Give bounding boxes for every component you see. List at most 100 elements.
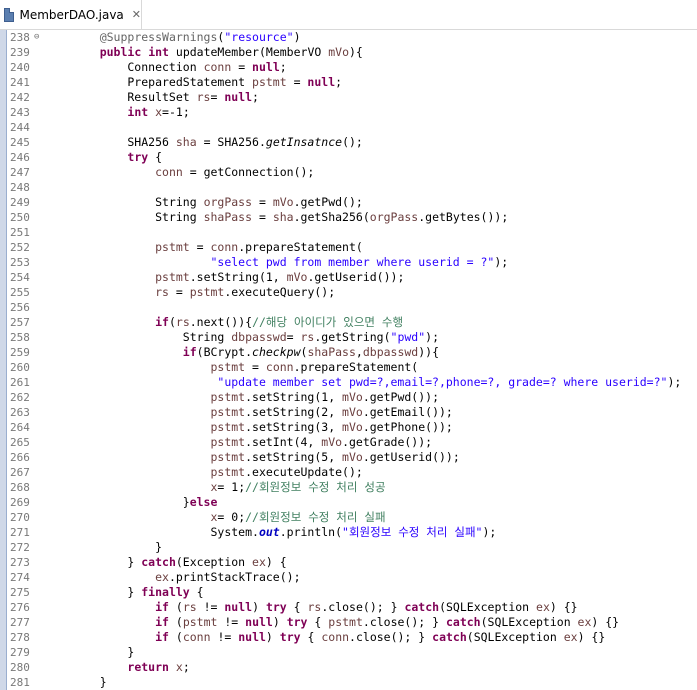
code-token: .executeUpdate(); <box>245 465 363 479</box>
code-text: public int updateMember(MemberVO mVo){ <box>72 45 363 60</box>
line-number: 247 <box>10 166 30 179</box>
keyword-token: try <box>286 615 308 629</box>
code-token: )){ <box>418 345 440 359</box>
code-token: .setInt(4, <box>245 435 322 449</box>
variable-token: ex <box>577 615 592 629</box>
code-token: ResultSet <box>72 90 197 104</box>
code-token: .close(); } <box>349 630 433 644</box>
variable-token: conn <box>203 60 232 74</box>
variable-token: mVo <box>342 450 363 464</box>
line-number: 275 <box>10 586 30 599</box>
line-number: 277 <box>10 616 30 629</box>
code-token: .close(); } <box>321 600 405 614</box>
line-number: 252 <box>10 241 30 254</box>
code-token: .executeQuery(); <box>224 285 336 299</box>
code-token: ) <box>272 615 287 629</box>
string-token: "update member set pwd=?,email=?,phone=?… <box>217 375 668 389</box>
keyword-token: if <box>155 315 169 329</box>
variable-token: pstmt <box>210 435 246 449</box>
code-token: = <box>286 330 301 344</box>
code-token: } <box>72 495 190 509</box>
variable-token: shaPass <box>307 345 356 359</box>
string-token: "pwd" <box>390 330 426 344</box>
line-number: 267 <box>10 466 30 479</box>
keyword-token: catch <box>141 555 176 569</box>
variable-token: rs <box>300 330 315 344</box>
code-token: .setString(1, <box>189 270 287 284</box>
line-number: 248 <box>10 181 30 194</box>
keyword-token: null <box>245 615 273 629</box>
line-number: 245 <box>10 136 30 149</box>
variable-token: pstmt <box>210 420 246 434</box>
code-text: try { <box>72 150 162 165</box>
keyword-token: try <box>279 630 301 644</box>
code-token: { <box>189 585 204 599</box>
code-token: } <box>72 555 142 569</box>
variable-token: ex <box>155 570 169 584</box>
variable-token: conn <box>265 360 294 374</box>
comment-token: //해당 아이디가 있으면 수행 <box>252 315 404 329</box>
code-text: pstmt.setString(1, mVo.getUserid()); <box>72 270 404 285</box>
code-token: = <box>286 75 308 89</box>
variable-token: pstmt <box>328 615 363 629</box>
code-text: return x; <box>72 660 189 675</box>
code-text: String shaPass = sha.getSha256(orgPass.g… <box>72 210 508 225</box>
code-text: x= 1;//회원정보 수정 처리 성공 <box>72 480 385 495</box>
code-text: pstmt = conn.prepareStatement( <box>72 360 418 375</box>
code-token: ); <box>494 255 509 269</box>
code-token: } <box>72 540 163 554</box>
code-text: x= 0;//회원정보 수정 처리 실패 <box>72 510 386 525</box>
tab-memberdao-java[interactable]: MemberDAO.java ✕ <box>0 0 142 29</box>
code-text: if(rs.next()){//해당 아이디가 있으면 수행 <box>72 315 403 330</box>
variable-token: dbpasswd <box>231 330 287 344</box>
line-number: 262 <box>10 391 30 404</box>
code-text: "select pwd from member where userid = ?… <box>72 255 508 270</box>
variable-token: pstmt <box>210 450 246 464</box>
keyword-token: catch <box>445 615 481 629</box>
variable-token: ex <box>563 630 578 644</box>
comment-token: //회원정보 수정 처리 실패 <box>245 510 386 524</box>
code-text: if (conn != null) try { conn.close(); } … <box>72 630 605 645</box>
code-token: ; <box>252 90 259 104</box>
code-token: .getPwd()); <box>362 390 439 404</box>
variable-token: sha <box>272 210 294 224</box>
code-token: .getString( <box>314 330 391 344</box>
code-token: ( <box>168 315 176 329</box>
close-icon[interactable]: ✕ <box>132 8 141 21</box>
fold-toggle-icon[interactable]: ⊖ <box>34 30 39 45</box>
code-token: String <box>72 210 204 224</box>
code-token: .println( <box>279 525 343 539</box>
annotation-token: @SuppressWarnings <box>99 30 218 44</box>
variable-token: pstmt <box>189 285 225 299</box>
code-token: ( <box>168 630 183 644</box>
keyword-token: if <box>155 630 169 644</box>
line-number: 269 <box>10 496 30 509</box>
variable-token: mVo <box>342 420 363 434</box>
variable-token: ex <box>252 555 266 569</box>
code-token: .prepareStatement( <box>293 360 419 374</box>
code-token: (SQLException <box>480 615 578 629</box>
code-text: pstmt.setString(3, mVo.getPhone()); <box>72 420 452 435</box>
keyword-token: if <box>182 345 197 359</box>
line-number: 271 <box>10 526 30 539</box>
code-text: PreparedStatement pstmt = null; <box>72 75 342 90</box>
line-number: 255 <box>10 286 30 299</box>
line-number: 268 <box>10 481 30 494</box>
line-number: 242 <box>10 91 30 104</box>
code-token: String <box>72 330 232 344</box>
line-number: 280 <box>10 661 30 674</box>
variable-token: pstmt <box>210 390 246 404</box>
code-editor[interactable]: 238 ⊖ @SuppressWarnings("resource") 239 pu… <box>0 30 697 690</box>
code-text: SHA256 sha = SHA256.getInsatnce(); <box>72 135 362 150</box>
line-number: 258 <box>10 331 30 344</box>
line-number: 278 <box>10 631 30 644</box>
code-token: Connection <box>72 60 204 74</box>
code-token: = <box>252 195 273 209</box>
